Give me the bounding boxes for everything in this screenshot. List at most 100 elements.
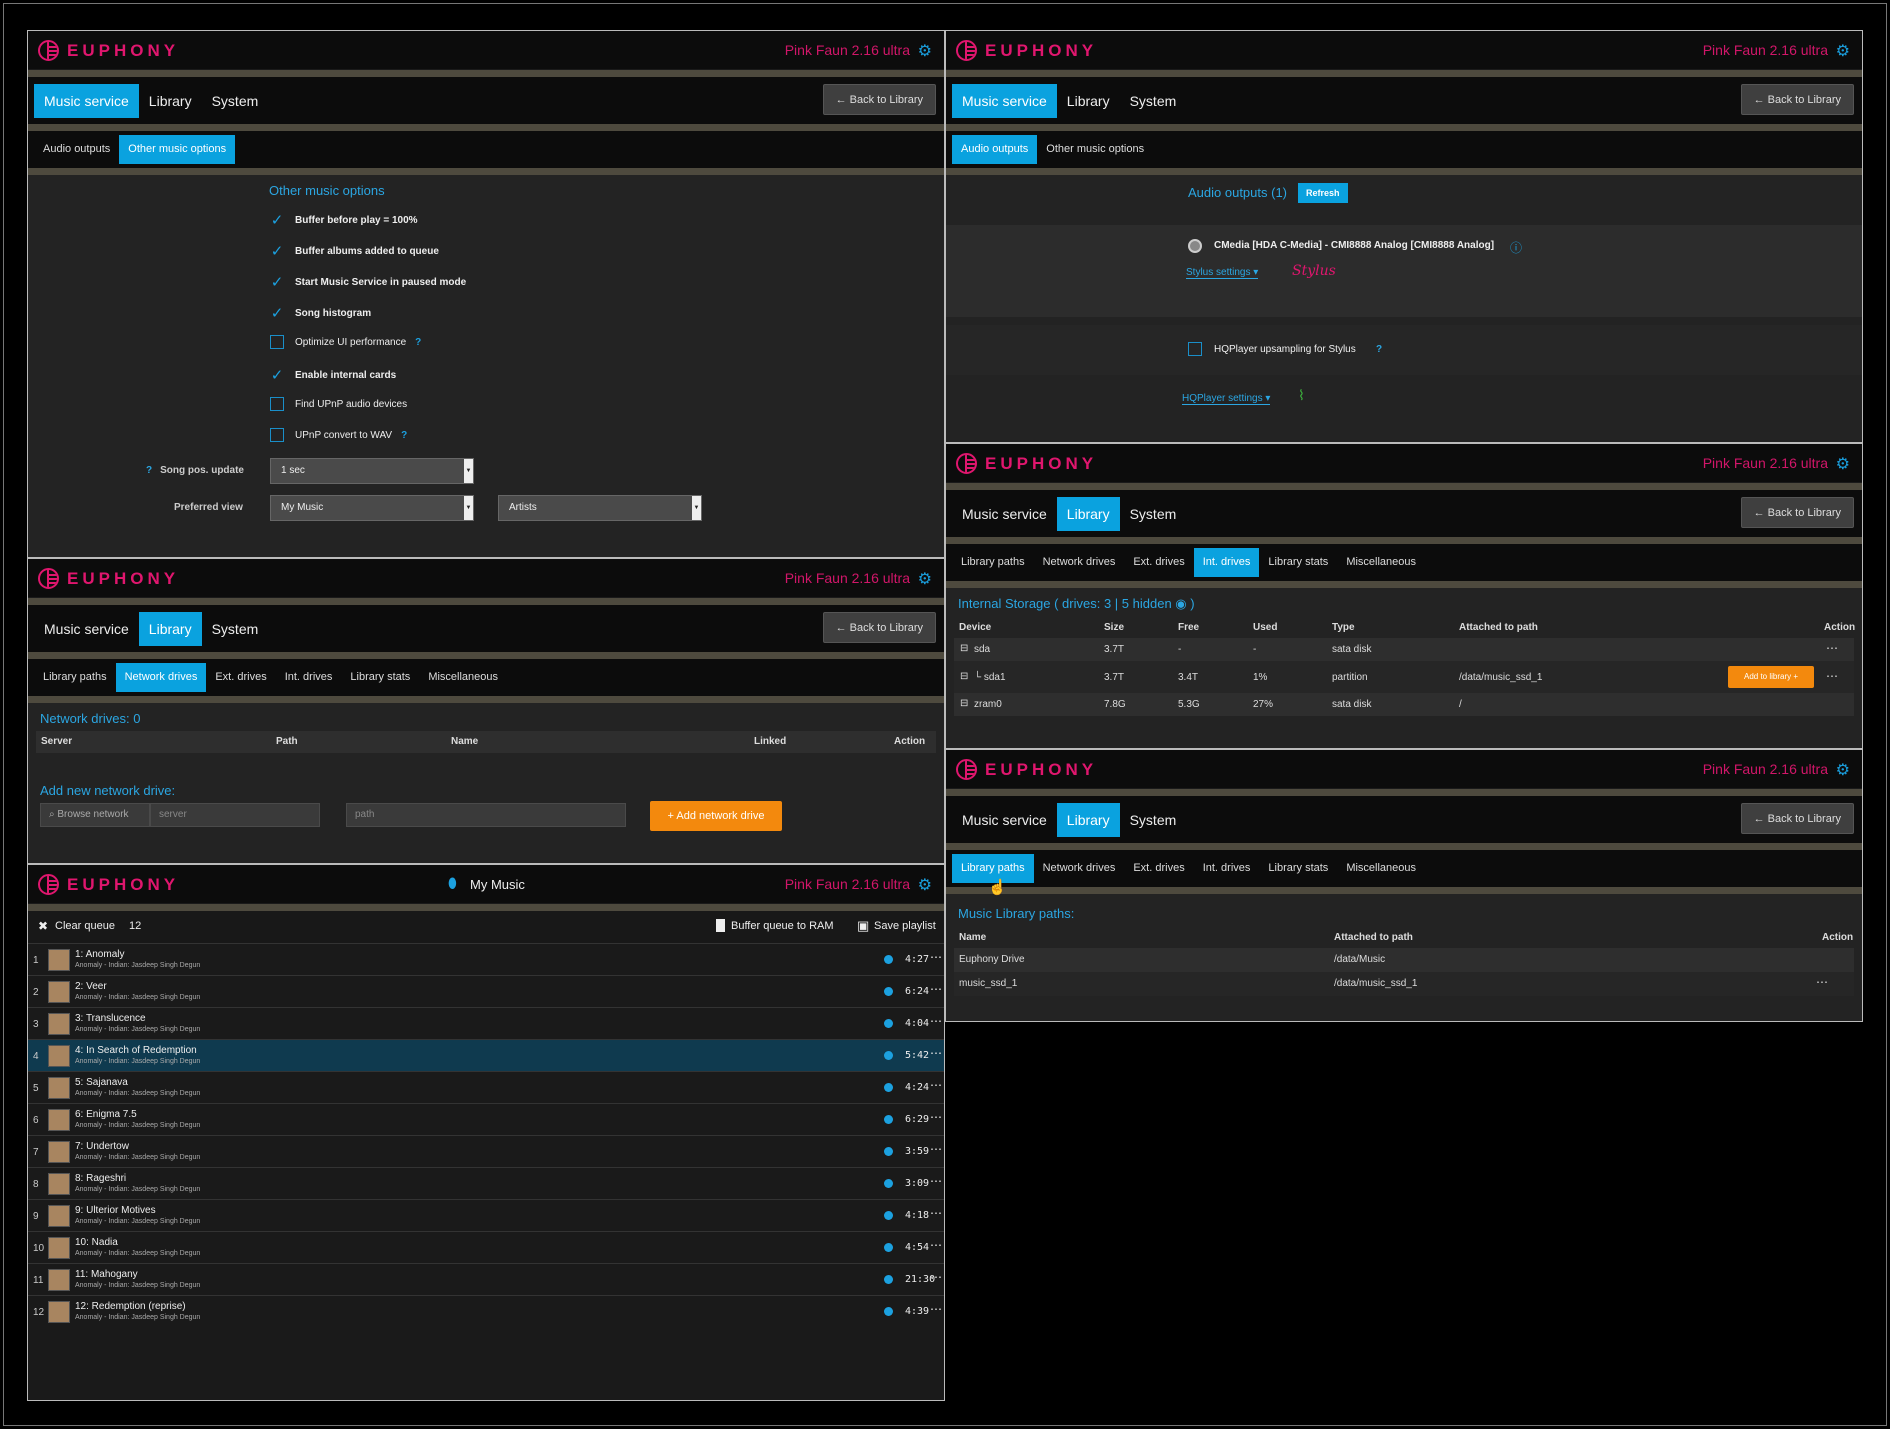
refresh-button[interactable]: Refresh — [1298, 183, 1348, 203]
subtab-library-paths[interactable]: Library paths — [34, 663, 116, 692]
more-icon[interactable]: ⋯ — [930, 982, 942, 996]
more-icon[interactable]: ⋯ — [930, 1078, 942, 1092]
close-icon[interactable]: ✖ — [38, 919, 48, 933]
subtab-ext-drives[interactable]: Ext. drives — [1124, 548, 1193, 577]
subtab-other-options[interactable]: Other music options — [1037, 135, 1153, 164]
location-label[interactable]: My Music — [470, 877, 525, 892]
server-input[interactable]: server — [150, 803, 320, 827]
tab-music-service[interactable]: Music service — [34, 612, 139, 646]
subtab-misc[interactable]: Miscellaneous — [419, 663, 507, 692]
more-icon[interactable]: ⋯ — [930, 1110, 942, 1124]
queue-row[interactable]: 2 2: Veer Anomaly - Indian: Jasdeep Singh … — [28, 975, 944, 1007]
info-icon[interactable] — [884, 955, 893, 964]
more-icon[interactable]: ⋯ — [930, 1046, 942, 1060]
more-icon[interactable]: ⋯ — [1826, 669, 1838, 683]
add-network-drive-button[interactable]: + Add network drive — [650, 801, 782, 831]
option-upnp-wav[interactable]: UPnP convert to WAV? — [270, 428, 407, 442]
back-to-library-button[interactable]: ← Back to Library — [822, 612, 936, 643]
more-icon[interactable]: ⋯ — [930, 1206, 942, 1220]
browse-network-button[interactable]: ⌕ Browse network — [40, 803, 150, 827]
preferred-view-select[interactable]: My Music ▼ — [270, 495, 474, 521]
subtab-network-drives[interactable]: Network drives — [1034, 854, 1125, 883]
tab-library[interactable]: Library — [138, 611, 202, 646]
path-input[interactable]: path — [346, 803, 626, 827]
checkbox-empty[interactable] — [270, 335, 284, 349]
more-icon[interactable]: ⋯ — [930, 1302, 942, 1316]
more-icon[interactable]: ⋯ — [1826, 641, 1838, 655]
subtab-library-paths[interactable]: Library paths — [952, 548, 1034, 577]
tab-music-service[interactable]: Music service — [952, 83, 1057, 118]
option-song-histogram[interactable]: ✓ Song histogram — [270, 304, 371, 322]
more-icon[interactable]: ⋯ — [930, 950, 942, 964]
subtab-library-stats[interactable]: Library stats — [1259, 854, 1337, 883]
subtab-network-drives[interactable]: Network drives — [1034, 548, 1125, 577]
eye-icon[interactable]: ◉ — [1175, 596, 1186, 611]
gear-icon[interactable]: ⚙ — [1836, 454, 1850, 474]
option-find-upnp[interactable]: Find UPnP audio devices — [270, 397, 407, 411]
preferred-view-select-2[interactable]: Artists ▼ — [498, 495, 702, 521]
subtab-int-drives[interactable]: Int. drives — [1193, 548, 1260, 577]
stylus-settings-link[interactable]: Stylus settings ▾ — [1186, 267, 1259, 279]
gear-icon[interactable]: ⚙ — [1836, 760, 1850, 780]
more-icon[interactable]: ⋯ — [930, 1174, 942, 1188]
queue-row[interactable]: 9 9: Ulterior Motives Anomaly - Indian: Ja… — [28, 1199, 944, 1231]
tab-system[interactable]: System — [1120, 84, 1187, 118]
info-icon[interactable] — [884, 1275, 893, 1284]
more-icon[interactable]: ⋯ — [930, 1270, 942, 1284]
option-buffer-before-play[interactable]: ✓ Buffer before play = 100% — [270, 211, 418, 229]
queue-row[interactable]: 1 1: Anomaly Anomaly - Indian: Jasdeep Sin… — [28, 943, 944, 975]
tab-library[interactable]: Library — [1056, 802, 1120, 837]
back-to-library-button[interactable]: ← Back to Library — [1740, 497, 1854, 528]
queue-row[interactable]: 8 8: Rageshri Anomaly - Indian: Jasdeep Si… — [28, 1167, 944, 1199]
more-icon[interactable]: ⋯ — [930, 1142, 942, 1156]
tab-library[interactable]: Library — [1057, 84, 1120, 118]
gear-icon[interactable]: ⚙ — [918, 875, 932, 895]
help-icon[interactable]: ? — [146, 465, 152, 476]
buffer-queue-button[interactable]: Buffer queue to RAM — [731, 920, 834, 932]
subtab-int-drives[interactable]: Int. drives — [276, 663, 342, 692]
more-icon[interactable]: ⋯ — [1816, 975, 1828, 989]
info-icon[interactable] — [884, 1179, 893, 1188]
tab-music-service[interactable]: Music service — [34, 83, 139, 118]
back-to-library-button[interactable]: ← Back to Library — [822, 84, 936, 115]
more-icon[interactable]: ⋯ — [930, 1238, 942, 1252]
option-internal-cards[interactable]: ✓ Enable internal cards — [270, 366, 396, 384]
tab-system[interactable]: System — [202, 612, 269, 646]
tab-music-service[interactable]: Music service — [952, 803, 1057, 837]
subtab-ext-drives[interactable]: Ext. drives — [1124, 854, 1193, 883]
subtab-library-stats[interactable]: Library stats — [341, 663, 419, 692]
info-icon[interactable] — [884, 1243, 893, 1252]
info-icon[interactable]: ⓘ — [1510, 239, 1522, 256]
info-icon[interactable] — [884, 1019, 893, 1028]
subtab-other-options[interactable]: Other music options — [119, 135, 236, 164]
tab-system[interactable]: System — [202, 84, 269, 118]
tab-system[interactable]: System — [1120, 497, 1187, 531]
queue-row[interactable]: 6 6: Enigma 7.5 Anomaly - Indian: Jasdeep … — [28, 1103, 944, 1135]
info-icon[interactable] — [884, 1307, 893, 1316]
tab-library[interactable]: Library — [139, 84, 202, 118]
gear-icon[interactable]: ⚙ — [1836, 41, 1850, 61]
info-icon[interactable] — [884, 1211, 893, 1220]
save-playlist-button[interactable]: Save playlist — [874, 920, 936, 932]
info-icon[interactable] — [884, 987, 893, 996]
subtab-misc[interactable]: Miscellaneous — [1337, 548, 1425, 577]
back-to-library-button[interactable]: ← Back to Library — [1740, 803, 1854, 834]
checkbox-empty[interactable] — [1188, 342, 1202, 356]
info-icon[interactable] — [884, 1051, 893, 1060]
queue-row[interactable]: 5 5: Sajanava Anomaly - Indian: Jasdeep Si… — [28, 1071, 944, 1103]
info-icon[interactable] — [884, 1083, 893, 1092]
tab-system[interactable]: System — [1120, 803, 1187, 837]
add-to-library-button[interactable]: Add to library + — [1728, 666, 1814, 688]
more-icon[interactable]: ⋯ — [930, 1014, 942, 1028]
help-icon[interactable]: ? — [401, 430, 407, 441]
help-icon[interactable]: ? — [415, 337, 421, 348]
subtab-network-drives[interactable]: Network drives — [115, 663, 207, 692]
queue-row[interactable]: 7 7: Undertow Anomaly - Indian: Jasdeep Si… — [28, 1135, 944, 1167]
queue-row[interactable]: 4 4: In Search of Redemption Anomaly - Ind… — [28, 1039, 944, 1071]
info-icon[interactable] — [884, 1147, 893, 1156]
subtab-int-drives[interactable]: Int. drives — [1194, 854, 1260, 883]
info-icon[interactable] — [884, 1115, 893, 1124]
gear-icon[interactable]: ⚙ — [918, 41, 932, 61]
clear-queue-button[interactable]: Clear queue — [55, 920, 115, 932]
option-start-paused[interactable]: ✓ Start Music Service in paused mode — [270, 273, 466, 291]
